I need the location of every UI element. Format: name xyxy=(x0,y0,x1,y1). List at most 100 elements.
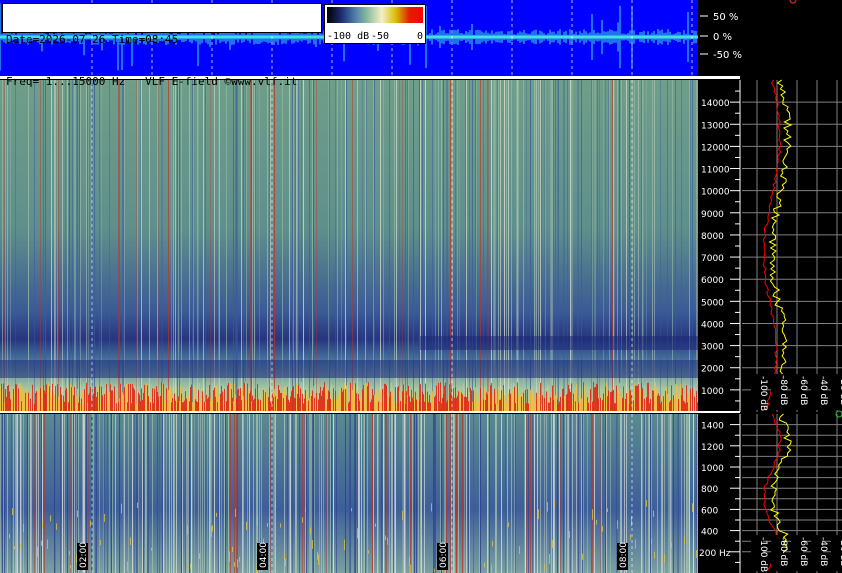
low-frequency-energy xyxy=(297,393,298,412)
low-frequency-energy xyxy=(239,395,240,412)
sferic-stripe xyxy=(473,414,474,573)
sferic-stripe xyxy=(469,414,470,573)
low-frequency-energy xyxy=(682,387,683,412)
low-frequency-energy xyxy=(3,383,4,412)
sferic-stripe xyxy=(670,414,671,573)
low-frequency-energy xyxy=(166,388,167,412)
low-frequency-energy xyxy=(163,383,164,412)
sferic-stripe xyxy=(668,414,669,573)
low-frequency-energy xyxy=(627,402,628,412)
low-frequency-energy xyxy=(89,392,90,412)
low-frequency-energy xyxy=(487,394,488,412)
low-frequency-energy xyxy=(288,399,289,412)
low-frequency-energy xyxy=(140,401,141,412)
sferic-stripe xyxy=(525,414,526,573)
low-frequency-energy xyxy=(231,389,232,412)
low-frequency-energy xyxy=(692,387,693,412)
low-frequency-energy xyxy=(94,387,95,412)
low-frequency-energy xyxy=(42,387,43,412)
sferic-stripe xyxy=(214,414,215,573)
low-frequency-energy xyxy=(28,392,29,412)
low-frequency-energy xyxy=(457,395,458,412)
sferic-stripe xyxy=(21,414,22,573)
low-frequency-energy xyxy=(697,402,698,412)
low-frequency-energy xyxy=(418,398,419,412)
low-frequency-energy xyxy=(284,386,285,412)
sferic-spot xyxy=(357,528,358,539)
low-frequency-energy xyxy=(20,384,21,412)
low-frequency-energy xyxy=(266,394,267,412)
sferic-spot xyxy=(508,522,509,527)
frequency-tick-label: 1400 xyxy=(701,422,724,432)
sferic-stripe xyxy=(194,414,195,573)
sferic-stripe xyxy=(645,414,646,573)
sferic-stripe xyxy=(319,414,320,573)
sferic-spot xyxy=(302,517,303,523)
sferic-spot xyxy=(9,533,10,539)
low-frequency-energy xyxy=(495,403,496,412)
low-frequency-energy xyxy=(101,386,102,412)
low-frequency-energy xyxy=(179,400,180,412)
low-frequency-energy xyxy=(78,402,79,412)
sferic-stripe xyxy=(331,414,332,573)
low-frequency-energy xyxy=(677,397,678,412)
low-frequency-energy xyxy=(579,391,580,412)
sferic-stripe xyxy=(330,414,331,573)
sferic-stripe xyxy=(20,414,21,573)
low-frequency-energy xyxy=(613,389,614,412)
low-frequency-energy xyxy=(285,400,286,412)
low-frequency-energy xyxy=(114,386,115,412)
sferic-spot xyxy=(284,553,285,561)
low-frequency-energy xyxy=(228,383,229,412)
sferic-spot xyxy=(50,515,51,522)
low-frequency-energy xyxy=(75,383,76,412)
sferic-stripe xyxy=(391,414,392,573)
low-frequency-energy xyxy=(302,393,303,412)
low-frequency-energy xyxy=(278,385,279,412)
low-frequency-energy xyxy=(244,382,245,412)
sferic-stripe xyxy=(73,414,74,573)
frequency-tick-label: 4000 xyxy=(701,320,724,330)
frequency-tick-label: 1000 xyxy=(701,464,724,474)
low-frequency-energy xyxy=(131,403,132,412)
low-frequency-energy xyxy=(466,397,467,412)
info-date-time: Date=2026-07-26 Time=08:45 xyxy=(6,33,179,46)
sferic-stripe xyxy=(147,414,148,573)
sferic-stripe xyxy=(299,414,300,573)
low-frequency-energy xyxy=(18,388,19,412)
frequency-tick-label: 5000 xyxy=(701,298,724,308)
sferic-stripe xyxy=(237,414,238,573)
sferic-spot xyxy=(391,559,392,567)
low-frequency-energy xyxy=(320,386,321,412)
low-frequency-energy xyxy=(641,383,642,412)
low-frequency-energy xyxy=(289,402,290,412)
low-frequency-energy xyxy=(544,397,545,412)
low-frequency-energy xyxy=(554,396,555,412)
low-frequency-energy xyxy=(321,395,322,412)
low-frequency-energy xyxy=(235,394,236,412)
low-frequency-energy xyxy=(565,390,566,412)
db-tick-label: -40 dB xyxy=(818,537,828,566)
sferic-stripe xyxy=(290,414,291,573)
low-frequency-energy xyxy=(509,389,510,412)
sferic-stripe xyxy=(565,414,566,573)
low-frequency-energy xyxy=(322,390,323,412)
sferic-spot xyxy=(651,539,652,544)
sferic-stripe xyxy=(511,414,512,573)
low-frequency-energy xyxy=(379,388,380,412)
low-frequency-energy xyxy=(349,401,350,412)
low-frequency-energy xyxy=(29,393,30,412)
sferic-stripe xyxy=(605,414,606,573)
sferic-stripe xyxy=(532,414,533,573)
low-frequency-energy xyxy=(336,400,337,412)
sferic-stripe xyxy=(146,414,147,573)
low-frequency-energy xyxy=(684,401,685,412)
sferic-spot xyxy=(211,526,212,538)
sferic-stripe xyxy=(128,414,129,573)
low-frequency-energy xyxy=(77,388,78,412)
low-frequency-energy xyxy=(635,385,636,412)
sferic-stripe xyxy=(526,414,527,573)
low-frequency-energy xyxy=(130,383,131,412)
low-frequency-energy xyxy=(31,402,32,412)
low-frequency-energy xyxy=(318,399,319,412)
